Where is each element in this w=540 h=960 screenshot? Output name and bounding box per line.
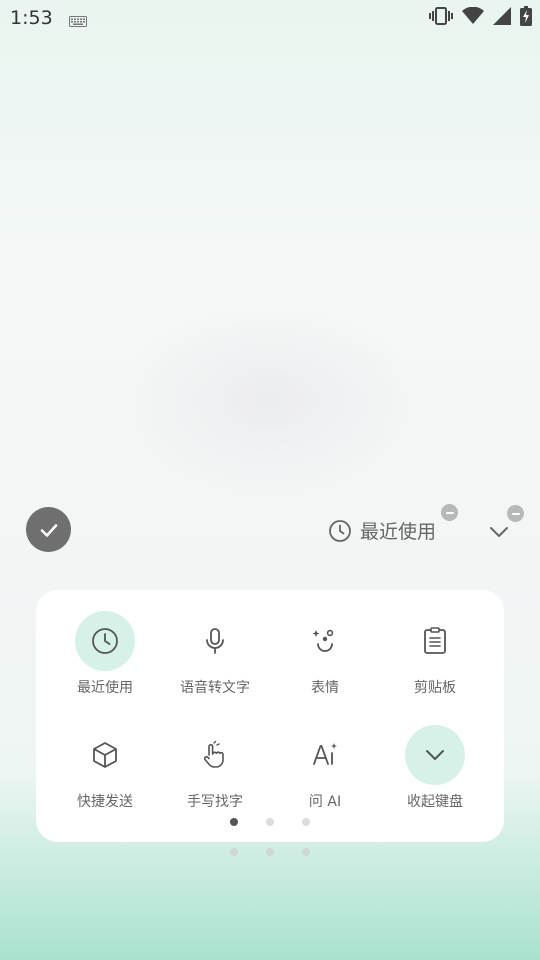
tool-ask-ai[interactable]: 问 AI <box>270 725 380 811</box>
tool-label: 手写找字 <box>187 794 243 810</box>
battery-charging-icon <box>520 6 532 30</box>
tool-label: 收起键盘 <box>407 794 463 810</box>
remove-badge-icon[interactable] <box>441 504 458 521</box>
tool-recent[interactable]: 最近使用 <box>50 611 160 697</box>
confirm-button[interactable] <box>26 507 71 552</box>
recent-toolbar-item[interactable]: 最近使用 <box>328 517 436 544</box>
tools-panel: 最近使用 语音转文字 表情 剪贴板 快捷发送 手写找字 问 AI 收起键盘 <box>36 590 504 842</box>
tool-hide-keyboard-icon-wrap <box>405 725 465 785</box>
tool-emoji[interactable]: 表情 <box>270 611 380 697</box>
page-dot[interactable] <box>302 818 310 826</box>
remove-badge-icon[interactable] <box>507 505 524 522</box>
clock-icon <box>92 628 118 654</box>
tool-voice-to-text[interactable]: 语音转文字 <box>160 611 270 697</box>
signal-icon <box>493 7 511 29</box>
tool-label: 最近使用 <box>77 680 133 696</box>
status-bar: 1:53 <box>0 0 540 36</box>
wifi-icon <box>462 6 484 29</box>
box-icon <box>93 742 117 768</box>
page-dot[interactable] <box>266 818 274 826</box>
tool-label: 问 AI <box>308 794 342 810</box>
ai-icon <box>313 743 337 765</box>
tool-label: 表情 <box>311 680 339 696</box>
tool-handwriting-icon-wrap <box>185 725 245 785</box>
chevron-down-icon <box>490 527 508 537</box>
status-time: 1:53 <box>10 7 53 29</box>
check-icon <box>40 523 57 537</box>
tool-quick-send-icon-wrap <box>75 725 135 785</box>
emoji-icon <box>312 629 334 652</box>
page-dot <box>302 848 310 856</box>
tool-recent-icon-wrap <box>75 611 135 671</box>
tool-ai-icon-wrap <box>295 725 355 785</box>
keyboard-icon <box>69 12 87 31</box>
page-dot <box>230 848 238 856</box>
tool-handwriting[interactable]: 手写找字 <box>160 725 270 811</box>
microphone-icon <box>206 628 224 654</box>
tool-emoji-icon-wrap <box>295 611 355 671</box>
panel-page-indicator <box>230 818 310 826</box>
background-page-indicator <box>230 848 310 856</box>
tool-label: 剪贴板 <box>414 680 456 696</box>
vibrate-icon <box>429 6 453 30</box>
page-dot <box>266 848 274 856</box>
chevron-down-icon <box>426 750 444 760</box>
tool-quick-send[interactable]: 快捷发送 <box>50 725 160 811</box>
tool-label: 快捷发送 <box>77 794 133 810</box>
clock-icon <box>329 519 351 542</box>
handwriting-icon <box>203 740 224 768</box>
clipboard-icon <box>424 627 446 654</box>
tool-clipboard[interactable]: 剪贴板 <box>380 611 490 697</box>
tool-voice-icon-wrap <box>185 611 245 671</box>
tool-label: 语音转文字 <box>180 680 250 696</box>
recent-toolbar-label: 最近使用 <box>360 521 437 543</box>
tool-clipboard-icon-wrap <box>405 611 465 671</box>
page-dot-active[interactable] <box>230 818 238 826</box>
tool-hide-keyboard[interactable]: 收起键盘 <box>380 725 490 811</box>
collapse-toolbar-button[interactable] <box>487 520 511 548</box>
